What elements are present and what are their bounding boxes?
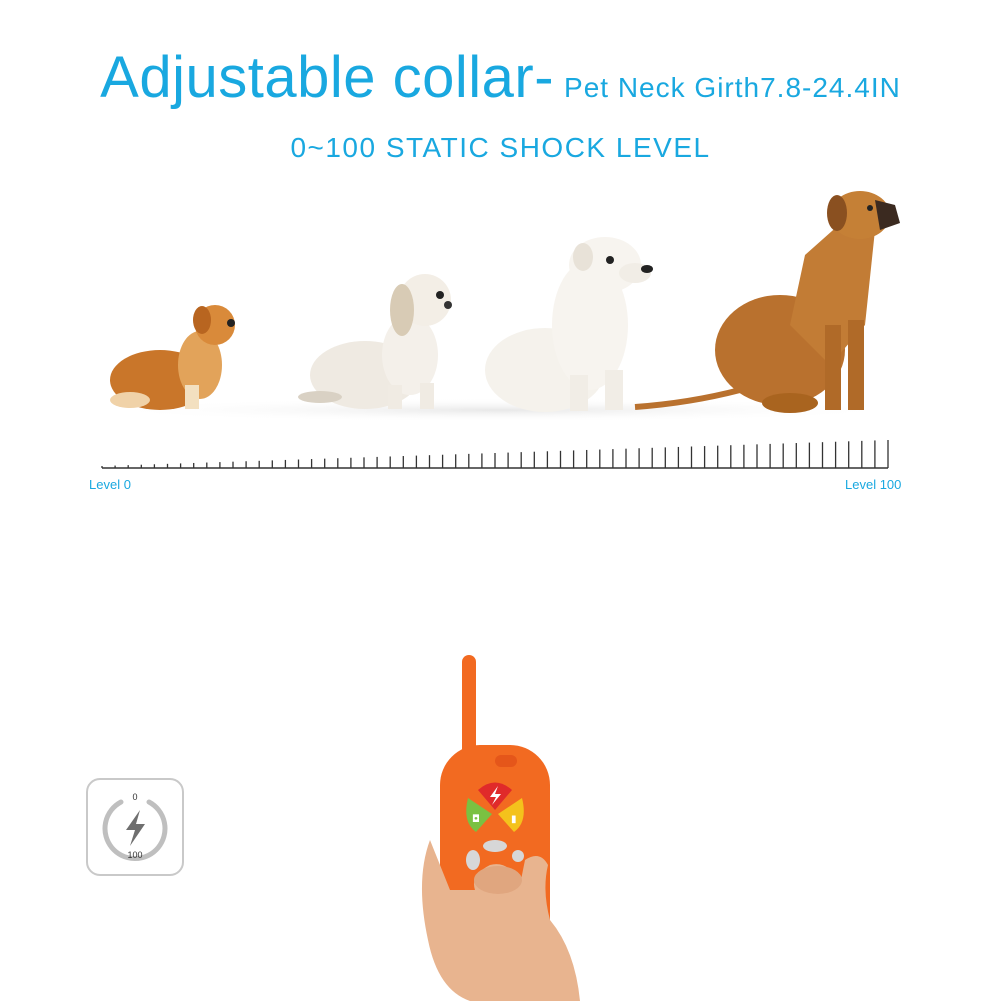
scale-ticks xyxy=(101,440,889,468)
headline: Adjustable collar- Pet Neck Girth7.8-24.4… xyxy=(0,44,1001,111)
dogs-size-illustration xyxy=(90,191,910,422)
badge-bottom-value: 100 xyxy=(127,850,142,860)
white-small-dog-image xyxy=(298,274,452,409)
vibrate-icon: ◘ xyxy=(472,814,480,825)
lightning-icon xyxy=(126,810,145,846)
shock-dial-graphic: 0 100 xyxy=(102,792,168,861)
left-button[interactable] xyxy=(466,850,480,870)
scale-label-max: Level 100 xyxy=(845,477,902,492)
static-shock-badge: 0 100 xyxy=(86,778,184,876)
shock-level-scale xyxy=(101,440,889,469)
thumb xyxy=(474,866,522,894)
beep-icon: ▮ xyxy=(511,814,517,825)
scale-label-min: Level 0 xyxy=(89,477,131,492)
small-dog-image xyxy=(110,305,235,410)
white-large-dog-image xyxy=(485,237,653,412)
great-dane-image xyxy=(634,191,900,413)
badge-top-value: 0 xyxy=(132,792,137,802)
right-button[interactable] xyxy=(512,850,524,862)
headline-main: Adjustable collar- xyxy=(100,45,555,110)
shock-level-subtitle: 0~100 STATIC SHOCK LEVEL xyxy=(290,132,711,163)
up-button[interactable] xyxy=(483,840,507,852)
remote-in-hand-image: ◘ ▮ 009 xyxy=(421,655,580,1001)
headline-sub: Pet Neck Girth7.8-24.4IN xyxy=(564,72,901,103)
